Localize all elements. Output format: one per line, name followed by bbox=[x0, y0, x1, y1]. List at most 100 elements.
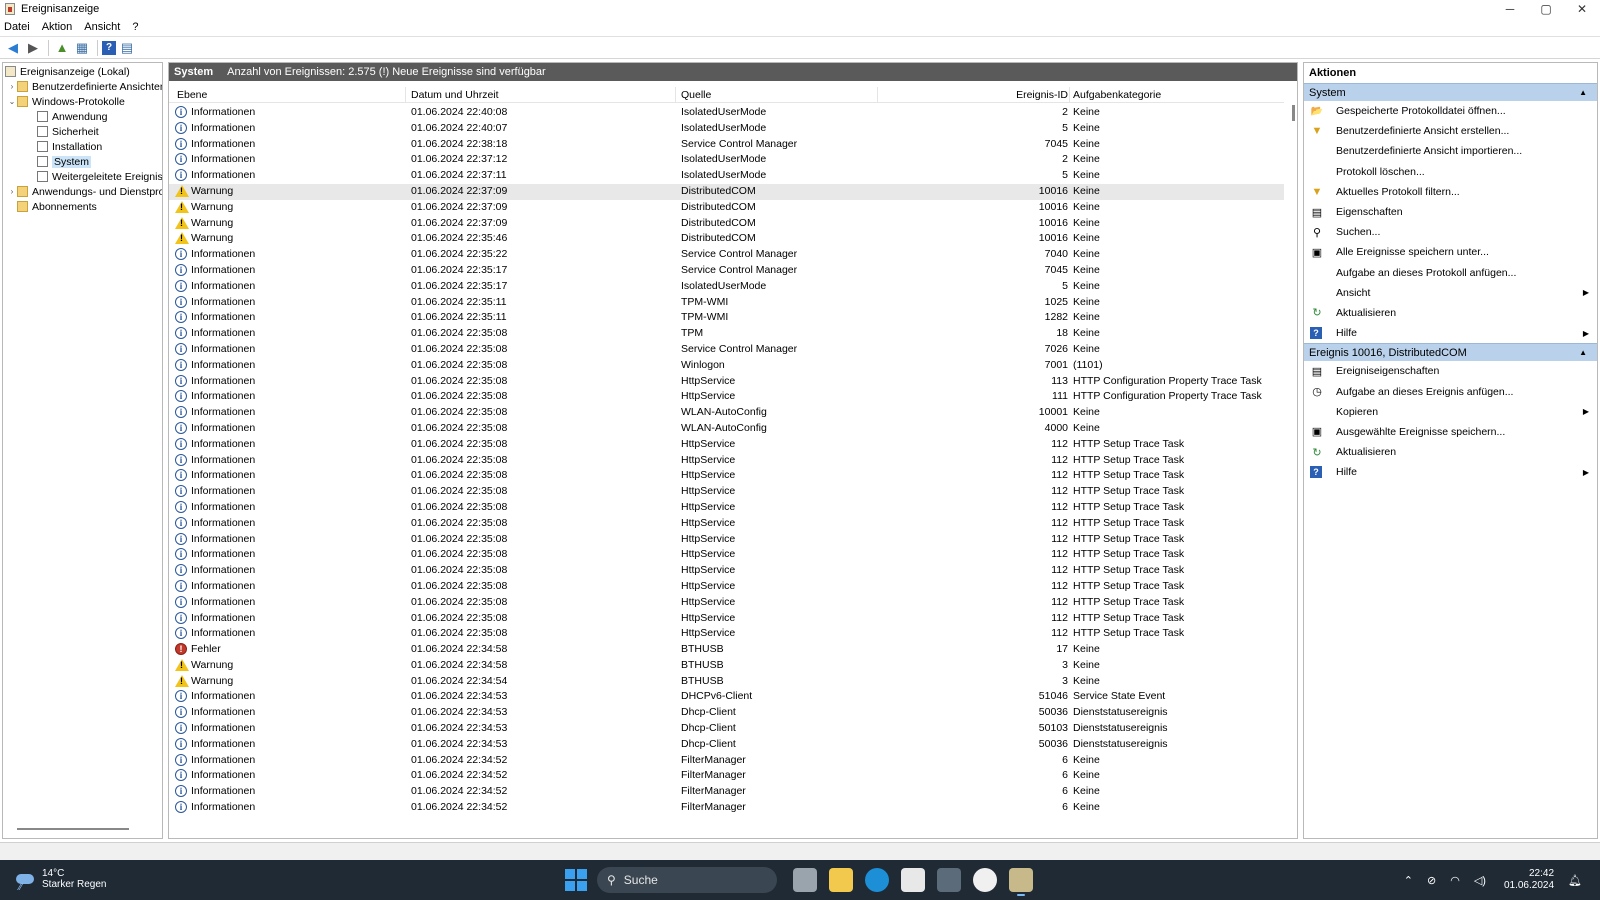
close-button[interactable]: ✕ bbox=[1564, 0, 1600, 18]
table-row[interactable]: i Informationen 01.06.2024 22:35:08 HttpSer… bbox=[169, 468, 1284, 484]
up-folder-icon[interactable]: ▲ bbox=[53, 39, 71, 57]
actions-section-system[interactable]: System ▲ bbox=[1304, 83, 1597, 101]
menu-ansicht[interactable]: Ansicht bbox=[84, 21, 120, 33]
action-item[interactable]: Kopieren ▶ bbox=[1304, 402, 1597, 422]
table-row[interactable]: i Informationen 01.06.2024 22:37:12 Isolate… bbox=[169, 152, 1284, 168]
console-tree-icon[interactable]: ▦ bbox=[73, 39, 91, 57]
table-row[interactable]: i Informationen 01.06.2024 22:34:53 Dhcp-Cl… bbox=[169, 737, 1284, 753]
taskbar-search[interactable]: ⚲ Suche bbox=[597, 867, 777, 893]
column-source[interactable]: Quelle bbox=[681, 89, 711, 101]
table-row[interactable]: i Informationen 01.06.2024 22:35:08 HttpSer… bbox=[169, 547, 1284, 563]
table-row[interactable]: i Informationen 01.06.2024 22:35:08 HttpSer… bbox=[169, 500, 1284, 516]
wifi-icon[interactable]: ◠ bbox=[1450, 874, 1460, 887]
action-item[interactable]: ↻ Aktualisieren bbox=[1304, 442, 1597, 462]
network-off-icon[interactable]: ⊘ bbox=[1427, 874, 1436, 887]
table-row[interactable]: i Informationen 01.06.2024 22:35:08 HttpSer… bbox=[169, 626, 1284, 642]
table-row[interactable]: i Informationen 01.06.2024 22:35:08 HttpSer… bbox=[169, 453, 1284, 469]
clock[interactable]: 22:42 01.06.2024 bbox=[1504, 868, 1554, 892]
table-row[interactable]: Warnung 01.06.2024 22:37:09 DistributedCOM… bbox=[169, 200, 1284, 216]
menu-aktion[interactable]: Aktion bbox=[42, 21, 73, 33]
collapse-icon[interactable]: ▲ bbox=[1579, 348, 1587, 357]
column-event-id[interactable]: Ereignis-ID bbox=[1016, 89, 1068, 101]
menu-datei[interactable]: Datei bbox=[4, 21, 30, 33]
forward-icon[interactable]: ▶ bbox=[24, 39, 42, 57]
tree-app-services[interactable]: › Anwendungs- und Dienstprotokolle bbox=[7, 184, 162, 199]
minimize-button[interactable]: ─ bbox=[1492, 0, 1528, 18]
table-row[interactable]: i Informationen 01.06.2024 22:35:08 HttpSer… bbox=[169, 484, 1284, 500]
table-row[interactable]: i Informationen 01.06.2024 22:37:11 Isolate… bbox=[169, 168, 1284, 184]
maximize-button[interactable]: ▢ bbox=[1528, 0, 1564, 18]
action-item[interactable]: Ansicht ▶ bbox=[1304, 283, 1597, 303]
column-date[interactable]: Datum und Uhrzeit bbox=[411, 89, 499, 101]
table-row[interactable]: i Informationen 01.06.2024 22:40:07 Isolate… bbox=[169, 121, 1284, 137]
table-row[interactable]: Warnung 01.06.2024 22:34:58 BTHUSB 3 Keine bbox=[169, 658, 1284, 674]
collapse-icon[interactable]: ▲ bbox=[1579, 88, 1587, 97]
action-item[interactable]: ? Hilfe ▶ bbox=[1304, 462, 1597, 482]
table-row[interactable]: Warnung 01.06.2024 22:34:54 BTHUSB 3 Keine bbox=[169, 674, 1284, 690]
action-item[interactable]: Aufgabe an dieses Protokoll anfügen... bbox=[1304, 263, 1597, 283]
column-level[interactable]: Ebene bbox=[177, 89, 207, 101]
table-row[interactable]: i Informationen 01.06.2024 22:34:52 FilterM… bbox=[169, 800, 1284, 816]
store-icon[interactable] bbox=[901, 868, 925, 892]
table-row[interactable]: i Informationen 01.06.2024 22:35:08 WLAN-Au… bbox=[169, 405, 1284, 421]
tree-custom-views[interactable]: › Benutzerdefinierte Ansichten bbox=[7, 79, 162, 94]
table-row[interactable]: i Informationen 01.06.2024 22:34:52 FilterM… bbox=[169, 753, 1284, 769]
table-row[interactable]: i Informationen 01.06.2024 22:35:08 TPM 18 Ke… bbox=[169, 326, 1284, 342]
table-row[interactable]: i Informationen 01.06.2024 22:34:52 FilterM… bbox=[169, 768, 1284, 784]
expand-icon[interactable]: › bbox=[7, 187, 17, 196]
table-row[interactable]: i Informationen 01.06.2024 22:35:11 TPM-WMI… bbox=[169, 310, 1284, 326]
table-row[interactable]: Warnung 01.06.2024 22:37:09 DistributedCOM… bbox=[169, 216, 1284, 232]
action-pane-icon[interactable]: ▤ bbox=[118, 39, 136, 57]
action-item[interactable]: 📂 Gespeicherte Protokolldatei öffnen... bbox=[1304, 101, 1597, 121]
tree-log-security[interactable]: Sicherheit bbox=[37, 124, 99, 139]
action-item[interactable]: Benutzerdefinierte Ansicht importieren..… bbox=[1304, 141, 1597, 161]
table-row[interactable]: i Informationen 01.06.2024 22:40:08 Isolate… bbox=[169, 105, 1284, 121]
tree-log-setup[interactable]: Installation bbox=[37, 139, 102, 154]
tree-log-system[interactable]: System bbox=[37, 154, 92, 169]
table-row[interactable]: i Informationen 01.06.2024 22:34:53 Dhcp-Cl… bbox=[169, 705, 1284, 721]
table-row[interactable]: Warnung 01.06.2024 22:37:09 DistributedCOM… bbox=[169, 183, 1284, 200]
tree-root[interactable]: Ereignisanzeige (Lokal) bbox=[5, 64, 130, 79]
action-item[interactable]: ◷ Aufgabe an dieses Ereignis anfügen... bbox=[1304, 381, 1597, 401]
table-row[interactable]: ! Fehler 01.06.2024 22:34:58 BTHUSB 17 Keine bbox=[169, 642, 1284, 658]
table-row[interactable]: i Informationen 01.06.2024 22:35:08 HttpSer… bbox=[169, 563, 1284, 579]
expand-icon[interactable]: › bbox=[7, 82, 17, 91]
action-item[interactable]: ? Hilfe ▶ bbox=[1304, 323, 1597, 343]
volume-icon[interactable]: ◁) bbox=[1474, 874, 1486, 887]
column-category[interactable]: Aufgabenkategorie bbox=[1073, 89, 1161, 101]
file-explorer-icon[interactable] bbox=[829, 868, 853, 892]
tree-windows-logs[interactable]: ⌄ Windows-Protokolle bbox=[7, 94, 125, 109]
column-separator[interactable] bbox=[1069, 87, 1070, 103]
action-item[interactable]: ▣ Ausgewählte Ereignisse speichern... bbox=[1304, 422, 1597, 442]
action-item[interactable]: ⚲ Suchen... bbox=[1304, 222, 1597, 242]
column-separator[interactable] bbox=[675, 87, 676, 103]
table-row[interactable]: i Informationen 01.06.2024 22:35:08 Winlogo… bbox=[169, 358, 1284, 374]
table-row[interactable]: i Informationen 01.06.2024 22:35:08 Service… bbox=[169, 342, 1284, 358]
task-view-icon[interactable] bbox=[793, 868, 817, 892]
edge-browser-icon[interactable] bbox=[865, 868, 889, 892]
chrome-icon[interactable] bbox=[973, 868, 997, 892]
action-item[interactable]: Protokoll löschen... bbox=[1304, 162, 1597, 182]
table-row[interactable]: i Informationen 01.06.2024 22:35:08 HttpSer… bbox=[169, 595, 1284, 611]
action-item[interactable]: ▣ Alle Ereignisse speichern unter... bbox=[1304, 242, 1597, 262]
back-icon[interactable]: ◀ bbox=[4, 39, 22, 57]
table-row[interactable]: i Informationen 01.06.2024 22:35:08 HttpSer… bbox=[169, 389, 1284, 405]
table-row[interactable]: i Informationen 01.06.2024 22:35:08 HttpSer… bbox=[169, 611, 1284, 627]
tree-log-application[interactable]: Anwendung bbox=[37, 109, 107, 124]
table-row[interactable]: i Informationen 01.06.2024 22:35:08 WLAN-Au… bbox=[169, 421, 1284, 437]
action-item[interactable]: ▤ Ereigniseigenschaften bbox=[1304, 361, 1597, 381]
vertical-scrollbar[interactable] bbox=[1292, 105, 1295, 121]
table-row[interactable]: i Informationen 01.06.2024 22:35:08 HttpSer… bbox=[169, 516, 1284, 532]
notification-bell-icon[interactable]: 🔔︎ bbox=[1568, 874, 1582, 887]
table-row[interactable]: i Informationen 01.06.2024 22:35:08 HttpSer… bbox=[169, 374, 1284, 390]
column-separator[interactable] bbox=[405, 87, 406, 103]
table-row[interactable]: i Informationen 01.06.2024 22:35:17 Isolate… bbox=[169, 279, 1284, 295]
action-item[interactable]: ▤ Eigenschaften bbox=[1304, 202, 1597, 222]
action-item[interactable]: ▼ Benutzerdefinierte Ansicht erstellen... bbox=[1304, 121, 1597, 141]
actions-section-event[interactable]: Ereignis 10016, DistributedCOM ▲ bbox=[1304, 343, 1597, 362]
event-viewer-taskbar-icon[interactable] bbox=[1009, 868, 1033, 896]
tree-log-forwarded[interactable]: Weitergeleitete Ereignisse bbox=[37, 169, 162, 184]
table-row[interactable]: i Informationen 01.06.2024 22:35:11 TPM-WMI… bbox=[169, 295, 1284, 311]
weather-widget[interactable]: 14°C Starker Regen bbox=[14, 868, 106, 892]
help-icon[interactable]: ? bbox=[102, 40, 116, 55]
